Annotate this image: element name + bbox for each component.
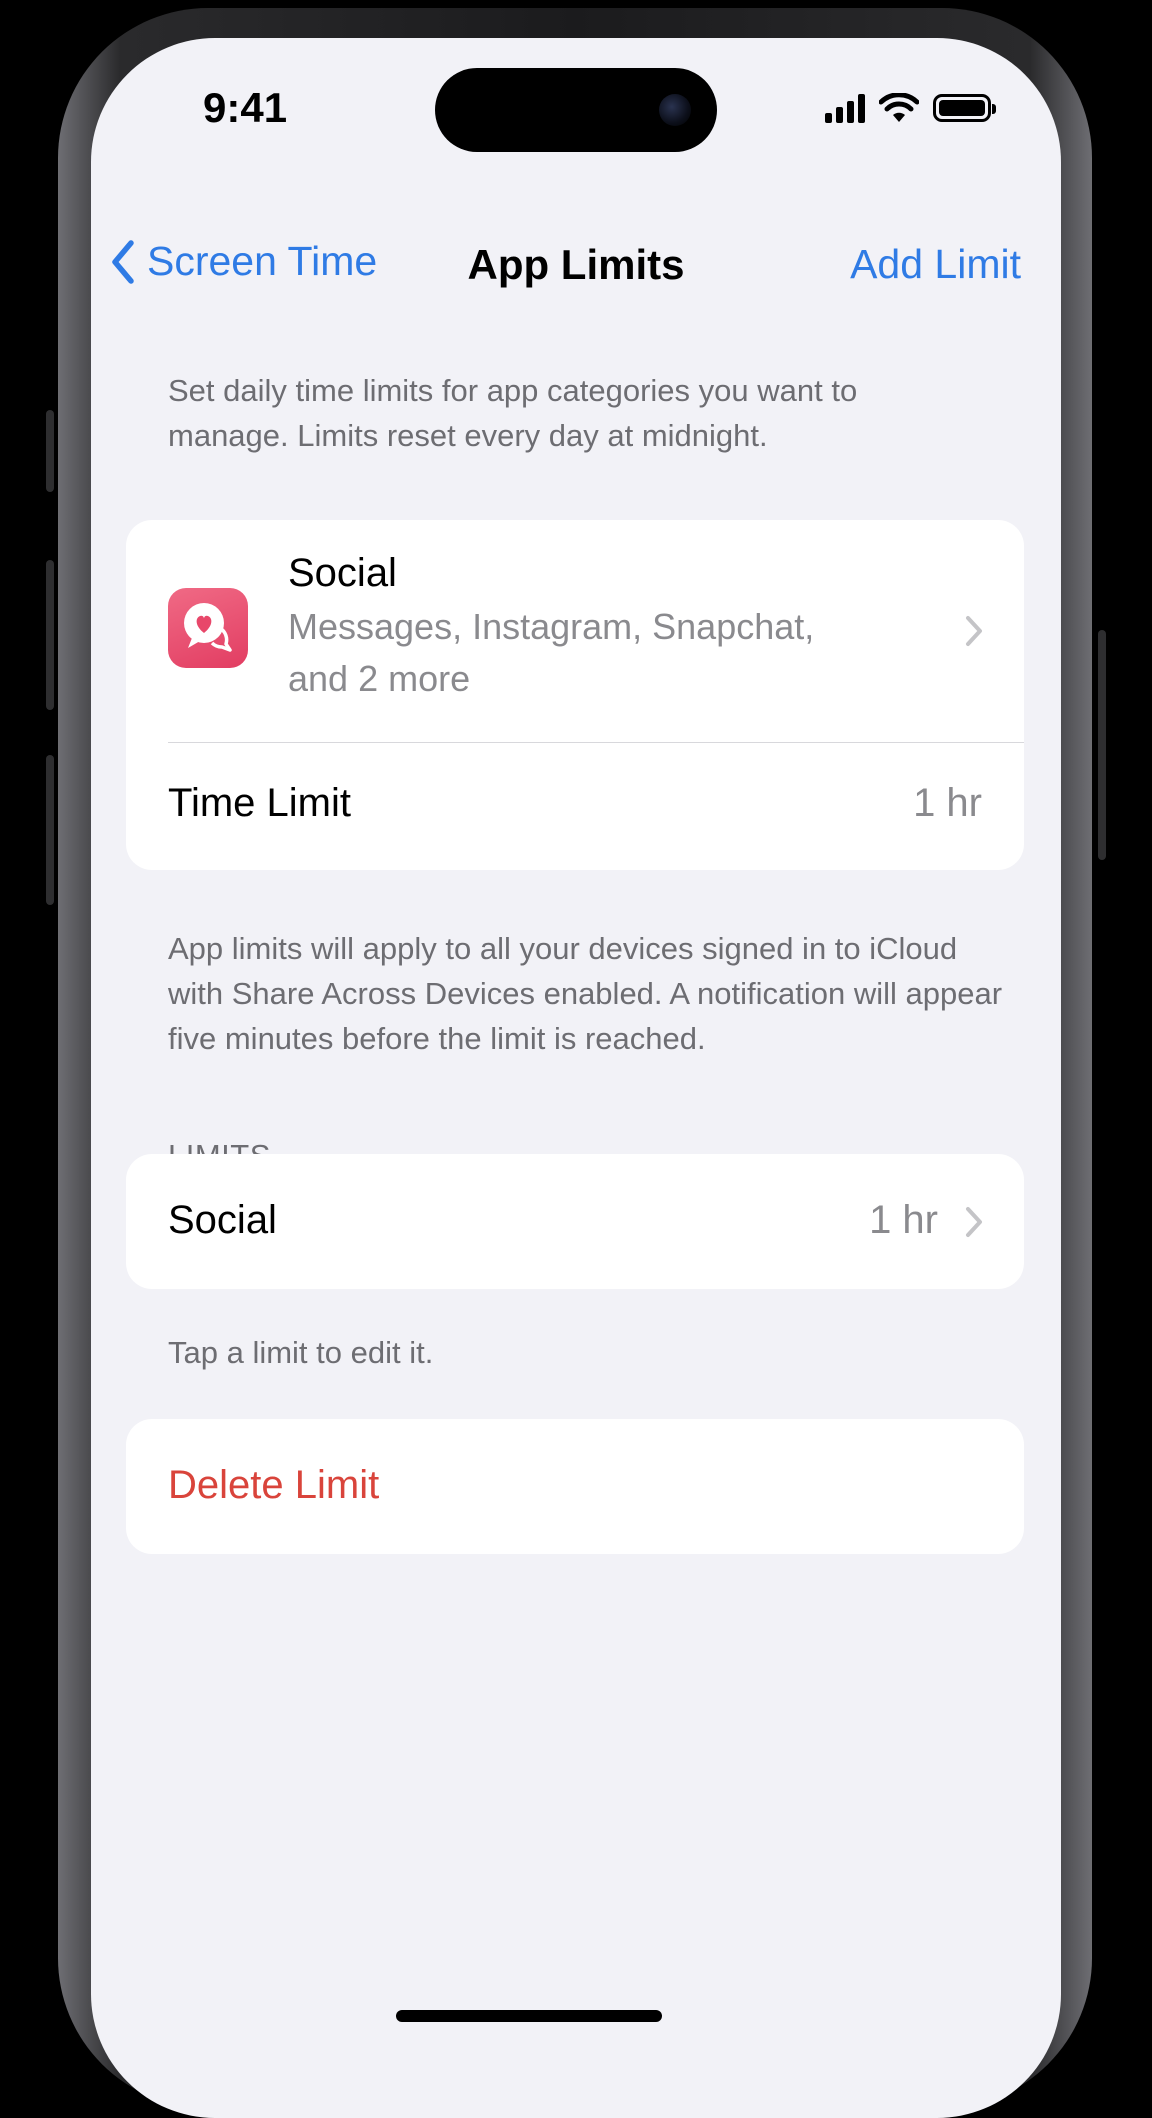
action-button [46,410,54,492]
category-card: Social Messages, Instagram, Snapchat, an… [126,520,1024,870]
limit-value: 1 hr [869,1198,938,1242]
wifi-icon [879,93,919,122]
time-limit-value: 1 hr [913,781,982,825]
chevron-right-icon [966,616,982,646]
category-apps-line2: and 2 more [288,658,471,699]
chat-heart-icon [168,588,248,668]
home-indicator[interactable] [396,2010,662,2022]
power-button [1098,630,1106,860]
category-row[interactable]: Social Messages, Instagram, Snapchat, an… [126,520,1024,742]
add-limit-button[interactable]: Add Limit [850,241,1021,288]
limit-label: Social [168,1198,277,1242]
intro-text: Set daily time limits for app categories… [168,373,858,453]
category-apps-line1: Messages, Instagram, Snapchat, [288,606,815,647]
front-camera [659,94,691,126]
status-time: 9:41 [203,84,288,131]
status-icons [825,90,996,126]
time-limit-row[interactable]: Time Limit 1 hr [126,743,1024,870]
delete-limit-label: Delete Limit [168,1463,380,1507]
limits-list: Social 1 hr [126,1154,1024,1289]
delete-limit-button[interactable]: Delete Limit [126,1419,1024,1554]
dynamic-island [435,68,717,152]
cellular-signal-icon [825,93,865,123]
category-title: Social [288,551,397,595]
chevron-left-icon [112,239,134,284]
back-button[interactable]: Screen Time [109,238,377,285]
battery-icon [933,94,996,122]
limits-footer: Tap a limit to edit it. [168,1335,434,1370]
phone-screen: 9:41 Screen Time App Limits Add Limit Se… [91,38,1061,2118]
volume-up-button [46,560,54,710]
back-label: Screen Time [147,238,378,284]
volume-down-button [46,755,54,905]
limit-row-social[interactable]: Social 1 hr [126,1154,1024,1289]
chevron-right-icon [966,1207,982,1237]
time-limit-label: Time Limit [168,781,351,825]
devices-note: App limits will apply to all your device… [168,931,1003,1056]
